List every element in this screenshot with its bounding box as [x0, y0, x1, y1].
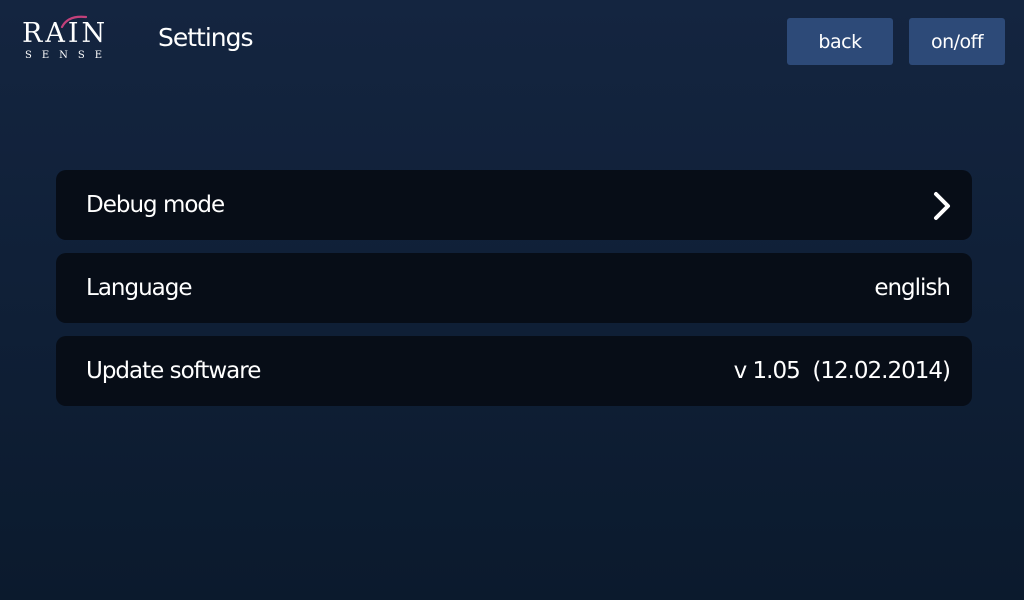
chevron-right-icon — [934, 192, 950, 220]
logo-wordmark: RAIN — [22, 18, 109, 49]
page-title: Settings — [158, 23, 254, 52]
settings-row-debug-mode[interactable]: Debug mode — [56, 170, 972, 240]
settings-row-label: Debug mode — [86, 192, 225, 218]
settings-row-label: Language — [86, 275, 193, 301]
on-off-button-label: on/off — [930, 30, 984, 53]
settings-list: Debug mode Language english Update softw… — [56, 170, 972, 419]
settings-row-label: Update software — [86, 358, 261, 384]
language-value: english — [874, 275, 951, 301]
settings-row-language[interactable]: Language english — [56, 253, 972, 323]
settings-row-update-software[interactable]: Update software v 1.05 (12.02.2014) — [56, 336, 972, 406]
on-off-button[interactable]: on/off — [909, 18, 1005, 65]
back-button[interactable]: back — [787, 18, 893, 65]
back-button-label: back — [818, 30, 862, 53]
logo-subtitle: SENSE — [25, 50, 113, 61]
rainsense-logo: RAIN SENSE — [22, 14, 112, 64]
software-version-value: v 1.05 (12.02.2014) — [733, 358, 951, 384]
